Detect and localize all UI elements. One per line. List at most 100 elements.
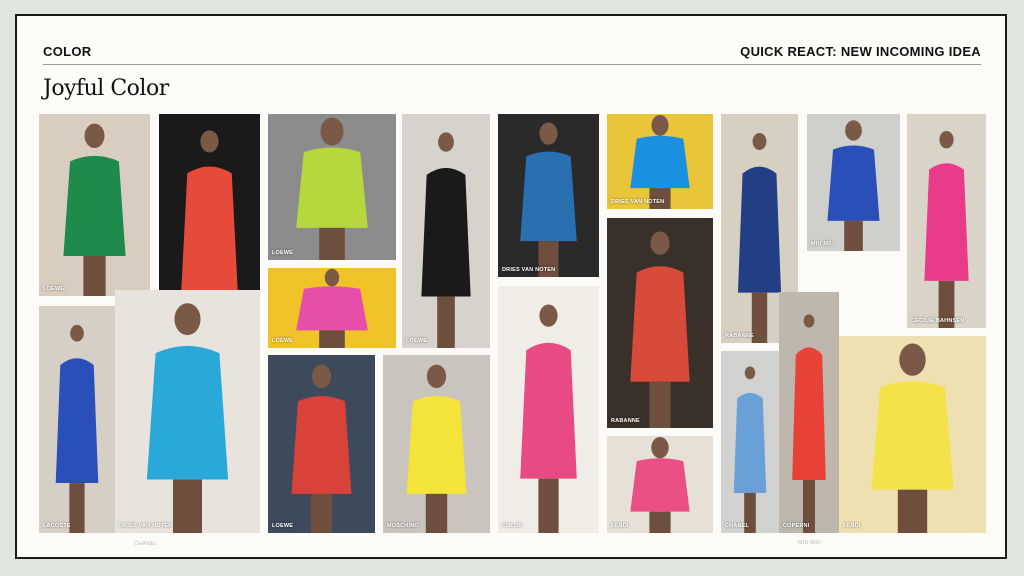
section-label: COLOR: [43, 44, 92, 59]
model-legs: [751, 292, 768, 343]
garment-shape: [733, 392, 767, 493]
model-legs: [649, 511, 671, 533]
topic-label: QUICK REACT: NEW INCOMING IDEA: [740, 44, 981, 59]
designer-caption: LOEWE: [272, 250, 294, 256]
runway-photo: CECILIE BAHNSEN: [907, 114, 986, 328]
model-head: [311, 364, 332, 389]
garment-shape: [421, 167, 471, 297]
designer-caption: MIU MIU: [811, 241, 835, 247]
runway-photo: LOEWE: [268, 268, 396, 348]
designer-caption: CECILIE BAHNSEN: [911, 318, 965, 324]
model-head: [845, 120, 862, 141]
model-head: [320, 117, 344, 146]
runway-photo: LACOSTE: [39, 306, 115, 533]
model-legs: [425, 493, 448, 533]
look-illustration: [630, 114, 690, 209]
garment-shape: [871, 381, 954, 490]
below-caption-chanel: CHANEL: [134, 541, 158, 547]
garment-shape: [792, 347, 826, 480]
model-head: [84, 123, 105, 149]
model-head: [803, 314, 815, 328]
model-head: [939, 130, 954, 149]
look-illustration: [520, 304, 577, 533]
model-head: [752, 133, 767, 150]
look-illustration: [792, 314, 826, 533]
look-illustration: [630, 231, 690, 428]
runway-photo: FENDI: [607, 436, 713, 533]
garment-shape: [630, 135, 690, 189]
model-head: [426, 364, 447, 389]
runway-photo: CHLOE: [498, 286, 599, 533]
runway-photo: DRIES VAN NOTEN: [115, 290, 260, 533]
look-illustration: [146, 303, 229, 533]
model-legs: [319, 330, 345, 348]
model-head: [174, 303, 201, 336]
designer-caption: CHANEL: [725, 523, 750, 529]
model-head: [438, 132, 454, 152]
look-illustration: [296, 268, 368, 348]
designer-caption: LOEWE: [406, 338, 428, 344]
designer-caption: DRIES VAN NOTEN: [119, 523, 173, 529]
designer-caption: CHLOE: [502, 523, 523, 529]
look-illustration: [924, 130, 969, 328]
look-illustration: [421, 132, 471, 348]
designer-caption: FENDI: [611, 523, 629, 529]
garment-shape: [291, 395, 352, 494]
designer-caption: DRIES VAN NOTEN: [502, 267, 556, 273]
garment-shape: [296, 147, 368, 228]
model-legs: [897, 489, 928, 533]
look-illustration: [520, 122, 577, 277]
model-head: [650, 231, 670, 255]
runway-photo: LOEWE: [39, 114, 150, 296]
model-legs: [69, 483, 85, 533]
model-head: [539, 122, 558, 145]
garment-shape: [827, 145, 880, 221]
garment-shape: [737, 166, 782, 293]
look-illustration: [733, 366, 767, 533]
garment-shape: [520, 342, 577, 479]
look-illustration: [406, 364, 467, 533]
garment-shape: [55, 358, 99, 484]
runway-photo: MOSCHINO: [383, 355, 490, 533]
model-head: [70, 324, 84, 342]
model-legs: [310, 493, 333, 533]
designer-caption: LOEWE: [272, 523, 294, 529]
designer-caption: RABANNE: [725, 333, 754, 339]
model-legs: [83, 255, 106, 296]
garment-shape: [630, 266, 690, 382]
model-legs: [844, 220, 863, 251]
garment-shape: [296, 286, 368, 331]
garment-shape: [63, 155, 126, 256]
runway-photo: COPERNI: [779, 292, 839, 533]
designer-caption: RABANNE: [611, 418, 640, 424]
model-head: [651, 114, 669, 136]
look-illustration: [630, 436, 690, 533]
look-illustration: [55, 324, 99, 533]
look-illustration: [291, 364, 352, 533]
model-legs: [173, 479, 202, 533]
look-illustration: [63, 123, 126, 296]
model-head: [744, 366, 756, 380]
model-head: [539, 304, 558, 327]
model-head: [899, 343, 926, 376]
designer-caption: DRIES VAN NOTEN: [611, 199, 665, 205]
model-legs: [649, 381, 671, 428]
designer-caption: LACOSTE: [43, 523, 71, 529]
look-illustration: [871, 343, 954, 533]
model-head: [651, 436, 669, 459]
designer-caption: FENDI: [843, 523, 861, 529]
page-title: Joyful Color: [43, 76, 169, 101]
runway-photo: MIU MIU: [807, 114, 900, 251]
designer-caption: MOSCHINO: [387, 523, 419, 529]
runway-photo: DRIES VAN NOTEN: [498, 114, 599, 277]
look-illustration: [296, 117, 368, 260]
runway-photo: RABANNE: [607, 218, 713, 428]
garment-shape: [520, 151, 577, 242]
garment-shape: [146, 345, 229, 480]
designer-caption: LOEWE: [43, 286, 65, 292]
look-illustration: [827, 120, 880, 251]
runway-photo: FENDI: [839, 336, 986, 533]
garment-shape: [406, 395, 467, 494]
designer-caption: LOEWE: [272, 338, 294, 344]
model-legs: [538, 478, 559, 533]
